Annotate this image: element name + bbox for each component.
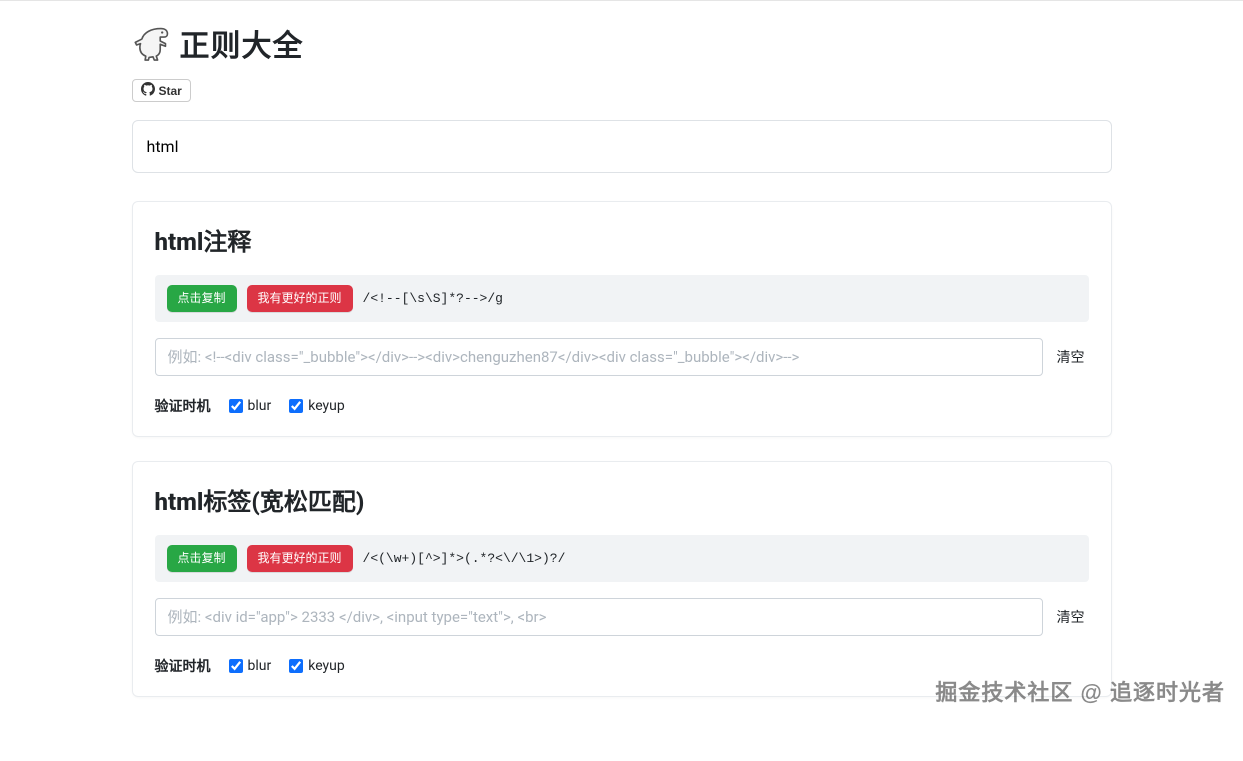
blur-checkbox-wrap[interactable]: blur [229,398,272,414]
copy-button[interactable]: 点击复制 [167,545,237,572]
card-title: html标签(宽松匹配) [155,482,1089,517]
blur-checkbox[interactable] [229,659,243,673]
blur-checkbox-wrap[interactable]: blur [229,658,272,674]
star-label: Star [159,84,182,98]
blur-label: blur [248,658,272,674]
clear-button[interactable]: 清空 [1053,607,1089,627]
regex-code: /<(\w+)[^>]*>(.*?<\/\1>)?/ [363,551,566,566]
example-input[interactable] [155,598,1043,636]
regex-bar: 点击复制 我有更好的正则 /<(\w+)[^>]*>(.*?<\/\1>)?/ [155,535,1089,582]
blur-checkbox[interactable] [229,399,243,413]
options-row: 验证时机 blur keyup [155,396,1089,416]
example-row: 清空 [155,598,1089,636]
keyup-checkbox-wrap[interactable]: keyup [289,398,345,414]
github-icon [141,82,155,99]
keyup-label: keyup [308,658,345,674]
blur-label: blur [248,398,272,414]
search-container [132,120,1112,173]
options-row: 验证时机 blur keyup [155,656,1089,676]
regex-code: /<!--[\s\S]*?-->/g [363,291,503,306]
card-title: html注释 [155,222,1089,257]
copy-button[interactable]: 点击复制 [167,285,237,312]
example-row: 清空 [155,338,1089,376]
timing-label: 验证时机 [155,656,211,676]
keyup-checkbox[interactable] [289,399,303,413]
github-star-button[interactable]: Star [132,79,191,102]
keyup-checkbox-wrap[interactable]: keyup [289,658,345,674]
example-input[interactable] [155,338,1043,376]
dinosaur-icon [132,22,174,64]
timing-label: 验证时机 [155,396,211,416]
suggest-button[interactable]: 我有更好的正则 [247,285,353,312]
regex-card: html标签(宽松匹配) 点击复制 我有更好的正则 /<(\w+)[^>]*>(… [132,461,1112,697]
page-header: 正则大全 [132,21,1112,65]
page-title: 正则大全 [180,21,304,65]
keyup-label: keyup [308,398,345,414]
regex-card: html注释 点击复制 我有更好的正则 /<!--[\s\S]*?-->/g 清… [132,201,1112,437]
suggest-button[interactable]: 我有更好的正则 [247,545,353,572]
clear-button[interactable]: 清空 [1053,347,1089,367]
search-input[interactable] [145,125,1099,168]
regex-bar: 点击复制 我有更好的正则 /<!--[\s\S]*?-->/g [155,275,1089,322]
keyup-checkbox[interactable] [289,659,303,673]
